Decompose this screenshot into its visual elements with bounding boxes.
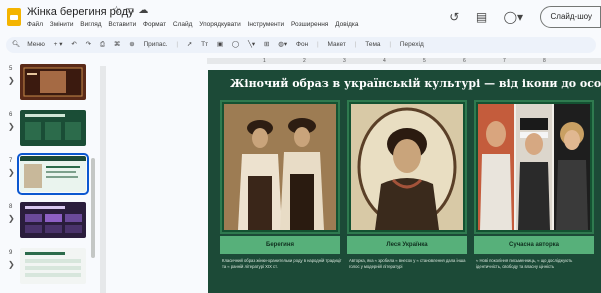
toolbar: 🔍︎ Меню + ▾ ↶ ↷ ⎙ ⌘ ⊕ Припас. | ➚ Tт ▣ ◯ … xyxy=(6,37,596,53)
select-icon[interactable]: ➚ xyxy=(187,41,192,48)
speaker-notes-icon: ❯ xyxy=(8,122,15,131)
shape-icon[interactable]: ◯ xyxy=(232,41,239,48)
vertical-ruler xyxy=(100,66,106,293)
slides-editor: Жінка берегиня роду ☆▭☁ Файл Змінити Виг… xyxy=(0,0,601,293)
ruler-mark: 4 xyxy=(383,58,386,64)
divider: | xyxy=(176,41,179,48)
menu-help[interactable]: Довідка xyxy=(335,21,358,28)
horizontal-ruler xyxy=(207,58,601,64)
image-card[interactable] xyxy=(220,100,340,234)
theme-button[interactable]: Тема xyxy=(365,41,380,48)
menu-slide[interactable]: Слайд xyxy=(173,21,193,28)
slides-logo-icon[interactable] xyxy=(7,8,21,26)
slide-number: 7 xyxy=(9,158,13,164)
image-card[interactable] xyxy=(347,100,467,234)
thumbnail-graphic xyxy=(20,156,86,188)
card-description[interactable]: ≈ Нові покоління письменниць, ≈ що дослі… xyxy=(476,258,596,269)
new-slide-icon[interactable]: + ▾ xyxy=(54,41,63,48)
image-card[interactable] xyxy=(474,100,594,234)
comment-add-icon[interactable]: ⊞ xyxy=(264,41,269,48)
line-icon[interactable]: ╲▾ xyxy=(248,41,255,48)
menu-extensions[interactable]: Розширення xyxy=(291,21,328,28)
menu-bar: Файл Змінити Вигляд Вставити Формат Слай… xyxy=(27,21,364,28)
menu-edit[interactable]: Змінити xyxy=(50,21,74,28)
meet-icon[interactable]: ◯▾ xyxy=(504,10,523,24)
comments-icon[interactable]: ▤ xyxy=(476,10,487,24)
speaker-notes-icon: ❯ xyxy=(8,260,15,269)
undo-icon[interactable]: ↶ xyxy=(71,41,76,48)
ruler-mark: 3 xyxy=(343,58,346,64)
card-description[interactable]: Класичний образ жінки-хранительки роду в… xyxy=(222,258,342,269)
speaker-notes-icon: ❯ xyxy=(8,76,15,85)
thumbnail-graphic xyxy=(25,252,81,277)
divider: | xyxy=(389,41,392,48)
ruler-mark: 1 xyxy=(263,58,266,64)
menu-arrange[interactable]: Упорядкувати xyxy=(199,21,240,28)
slide-title[interactable]: Жіночий образ в українській культурі — в… xyxy=(230,77,601,90)
slide-number: 5 xyxy=(9,66,13,72)
menu-view[interactable]: Вигляд xyxy=(80,21,101,28)
photo-graphic xyxy=(224,104,336,230)
slideshow-button[interactable]: Слайд-шоу xyxy=(539,6,601,28)
divider: | xyxy=(354,41,357,48)
menu-format[interactable]: Формат xyxy=(143,21,166,28)
photo-modern-authors[interactable] xyxy=(478,104,590,230)
slide-number: 8 xyxy=(9,204,13,210)
card-description[interactable]: Авторка, яка ≈ зробила ≈ внесок у ≈ стан… xyxy=(349,258,469,269)
redo-icon[interactable]: ↷ xyxy=(86,41,91,48)
ruler-mark: 8 xyxy=(543,58,546,64)
filmstrip-scrollbar[interactable] xyxy=(91,158,95,258)
background-button[interactable]: Фон xyxy=(296,41,308,48)
title-actions: ☆▭☁ xyxy=(112,5,152,16)
divider: | xyxy=(316,41,319,48)
speaker-notes-icon: ❯ xyxy=(8,168,15,177)
print-icon[interactable]: ⎙ xyxy=(100,41,105,48)
slide-number: 9 xyxy=(9,250,13,256)
move-folder-icon[interactable]: ▭ xyxy=(125,5,138,16)
paint-format-icon[interactable]: ⌘ xyxy=(114,41,121,48)
card-caption[interactable]: Сучасна авторка xyxy=(474,236,594,254)
thumbnail-graphic xyxy=(23,67,83,97)
layout-button[interactable]: Макет xyxy=(328,41,346,48)
zoom-select[interactable]: Припас. xyxy=(143,41,167,48)
menus-search[interactable]: Меню xyxy=(27,41,45,48)
slide-thumbnail[interactable] xyxy=(20,64,86,100)
menu-insert[interactable]: Вставити xyxy=(108,21,136,28)
menu-tools[interactable]: Інструменти xyxy=(248,21,285,28)
slide-thumbnail[interactable] xyxy=(20,248,86,284)
card-caption[interactable]: Берегиня xyxy=(220,236,340,254)
slide-number: 6 xyxy=(9,112,13,118)
photo-lesya-ukrainka[interactable] xyxy=(351,104,463,230)
menu-file[interactable]: Файл xyxy=(27,21,43,28)
photo-graphic xyxy=(478,104,590,230)
slide-thumbnail[interactable] xyxy=(20,202,86,238)
photo-graphic xyxy=(351,104,463,230)
image-icon[interactable]: ▣ xyxy=(217,41,223,48)
photo-folk-women[interactable] xyxy=(224,104,336,230)
ruler-mark: 2 xyxy=(303,58,306,64)
cloud-status-icon[interactable]: ☁ xyxy=(138,5,152,16)
zoom-icon[interactable]: ⊕ xyxy=(129,41,134,48)
text-box-icon[interactable]: Tт xyxy=(201,41,208,48)
search-menus-icon[interactable]: 🔍︎ xyxy=(12,41,20,48)
slide-thumbnail-selected[interactable] xyxy=(17,153,89,195)
ruler-mark: 6 xyxy=(463,58,466,64)
star-icon[interactable]: ☆ xyxy=(112,5,125,16)
fill-color-icon[interactable]: ◍▾ xyxy=(278,41,287,48)
speaker-notes-icon: ❯ xyxy=(8,214,15,223)
current-slide[interactable]: Жіночий образ в українській культурі — в… xyxy=(208,70,601,293)
slide-filmstrip: 5 ❯ 6 ❯ 7 ❯ 8 ❯ 9 ❯ xyxy=(0,58,98,293)
card-caption[interactable]: Леся Українка xyxy=(347,236,467,254)
history-icon[interactable]: ↺ xyxy=(449,10,459,24)
slide-thumbnail[interactable] xyxy=(20,110,86,146)
ruler-mark: 7 xyxy=(503,58,506,64)
thumbnail-graphic xyxy=(25,206,82,233)
ruler-mark: 5 xyxy=(423,58,426,64)
transition-button[interactable]: Перехід xyxy=(400,41,424,48)
title-bar: Жінка берегиня роду ☆▭☁ Файл Змінити Виг… xyxy=(0,0,601,34)
top-right-actions: ↺ ▤ ◯▾ Слайд-шоу xyxy=(437,6,601,28)
thumbnail-graphic xyxy=(25,114,81,140)
